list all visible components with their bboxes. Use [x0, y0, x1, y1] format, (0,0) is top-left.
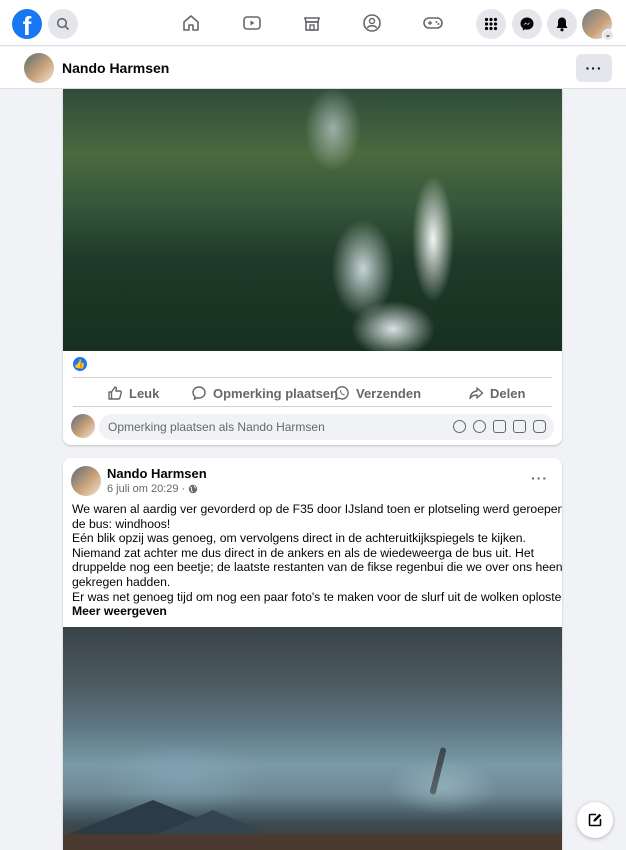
comment-button[interactable]: Opmerking plaatsen — [191, 378, 338, 408]
tornado-funnel — [429, 746, 447, 796]
profile-more-button[interactable]: ··· — [576, 54, 612, 82]
share-label: Delen — [490, 385, 526, 401]
post-author-name[interactable]: Nando Harmsen — [107, 466, 207, 481]
meta-separator: · — [181, 483, 186, 495]
marketplace-icon — [303, 17, 321, 31]
facebook-logo[interactable]: f — [12, 9, 42, 39]
post-text-line: Er was net genoeg tijd om nog een paar f… — [72, 589, 562, 604]
account-menu-chevron[interactable]: ⌄ — [602, 29, 614, 41]
post-body: We waren al aardig ver gevorderd op de F… — [72, 502, 562, 619]
notifications-button[interactable] — [547, 9, 577, 39]
post-photo[interactable] — [63, 627, 562, 850]
post-text-line: Niemand zat achter me dus direct in de a… — [72, 545, 535, 560]
share-icon — [469, 387, 484, 400]
profile-avatar[interactable] — [24, 53, 54, 83]
like-button[interactable]: Leuk — [107, 378, 159, 408]
whatsapp-send-icon — [335, 386, 349, 400]
see-more-link[interactable]: Meer weergeven — [72, 604, 554, 619]
avatar-sticker-icon[interactable] — [453, 420, 466, 433]
menu-button[interactable] — [476, 9, 506, 39]
commenter-avatar[interactable] — [71, 414, 95, 438]
post-meta: 6 juli om 20:29 · — [107, 483, 198, 495]
post-text-line: We waren al aardig ver gevorderd op de F… — [72, 502, 562, 516]
comment-label: Opmerking plaatsen — [213, 385, 338, 401]
menu-grid-icon — [484, 17, 498, 31]
globe-icon — [189, 484, 198, 494]
like-reaction-icon: 👍 — [73, 357, 87, 371]
watch-icon — [243, 16, 261, 30]
mountain-shape — [153, 810, 273, 836]
thumbs-up-icon — [108, 386, 122, 400]
groups-nav-tab[interactable] — [361, 12, 383, 34]
post-options-button[interactable]: ··· — [531, 470, 548, 486]
ground-strip — [63, 834, 562, 850]
messenger-button[interactable] — [512, 9, 542, 39]
share-button[interactable]: Delen — [468, 378, 525, 408]
camera-icon[interactable] — [493, 420, 506, 433]
post-card: Nando Harmsen 6 juli om 20:29 · ··· We w… — [63, 458, 562, 850]
gaming-nav-tab[interactable] — [422, 12, 444, 34]
post-text-line: druppelde nog een beetje; de laatste res… — [72, 560, 562, 575]
sticker-icon[interactable] — [533, 420, 546, 433]
emoji-icon[interactable] — [473, 420, 486, 433]
post-text-line: de bus: windhoos! — [72, 516, 171, 531]
home-nav-tab[interactable] — [180, 12, 202, 34]
new-message-button[interactable] — [577, 802, 613, 838]
post-action-bar: Leuk Opmerking plaatsen Verzenden Delen — [73, 377, 552, 407]
comment-composer: Opmerking plaatsen als Nando Harmsen — [71, 414, 554, 440]
watch-nav-tab[interactable] — [241, 12, 263, 34]
post-timestamp[interactable]: 6 juli om 20:29 — [107, 483, 179, 495]
groups-icon — [363, 14, 381, 32]
reactions-summary[interactable]: 👍 — [73, 357, 87, 371]
post-author-avatar[interactable] — [71, 466, 101, 496]
compose-icon — [588, 813, 602, 827]
marketplace-nav-tab[interactable] — [301, 12, 323, 34]
home-icon — [183, 15, 199, 31]
gif-icon[interactable] — [513, 420, 526, 433]
post-card: 👍 Leuk Opmerking plaatsen Verzenden Dele… — [63, 89, 562, 445]
send-label: Verzenden — [356, 385, 422, 401]
post-text-line: Eén blik opzij was genoeg, om vervolgens… — [72, 531, 526, 546]
profile-sticky-header: Nando Harmsen ··· — [0, 47, 626, 89]
messenger-icon — [520, 17, 534, 31]
like-label: Leuk — [129, 385, 160, 401]
search-icon — [56, 17, 70, 31]
account-avatar[interactable]: ⌄ — [582, 9, 614, 41]
notifications-icon — [556, 17, 568, 32]
post-text-line: gekregen hadden. — [72, 574, 171, 589]
profile-name[interactable]: Nando Harmsen — [62, 60, 169, 76]
top-navigation-bar: f ⌄ — [0, 0, 626, 46]
search-button[interactable] — [48, 9, 78, 39]
comment-icon — [192, 386, 206, 401]
post-photo[interactable] — [63, 89, 562, 351]
send-button[interactable]: Verzenden — [334, 378, 421, 408]
gaming-icon — [423, 17, 443, 29]
comment-tools — [453, 420, 546, 433]
